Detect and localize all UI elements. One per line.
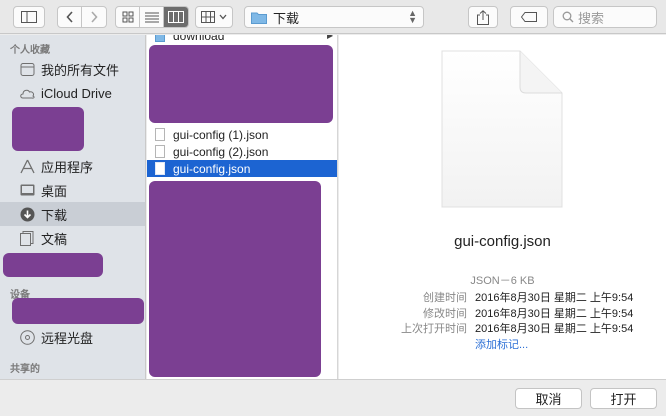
share-button[interactable]	[468, 6, 498, 28]
sidebar-item-downloads[interactable]: 下载	[0, 202, 145, 226]
sidebar-item-applications[interactable]: 应用程序	[0, 154, 145, 178]
file-name: download	[173, 35, 225, 43]
sidebar-item-documents[interactable]: 文稿	[0, 226, 145, 250]
redacted-block	[12, 107, 84, 151]
file-name: gui-config (1).json	[173, 127, 269, 142]
add-tags-link[interactable]: 添加标记...	[475, 336, 528, 352]
sidebar-icon	[21, 11, 37, 23]
sidebar-item-icloud-drive[interactable]: iCloud Drive	[0, 81, 145, 105]
back-button[interactable]	[58, 7, 82, 27]
document-icon	[155, 145, 165, 158]
chevron-left-icon	[65, 11, 73, 23]
icon-view-button[interactable]	[116, 7, 140, 27]
preview-pane: gui-config.json JSON－6 KB 创建时间 2016年8月30…	[339, 35, 666, 379]
sidebar-item-label: 下载	[41, 207, 68, 223]
sidebar-item-label: 应用程序	[41, 159, 94, 175]
chevron-down-icon	[219, 14, 227, 20]
search-field[interactable]: 搜索	[553, 6, 657, 28]
redacted-block	[3, 253, 103, 277]
desktop-icon	[18, 181, 36, 199]
grid-icon	[122, 11, 133, 23]
list-view-button[interactable]	[140, 7, 164, 27]
meta-key: 创建时间	[423, 292, 467, 304]
sidebar-item-label: iCloud Drive	[41, 85, 112, 101]
document-icon	[155, 162, 165, 175]
columns-icon	[168, 11, 184, 23]
document-icon	[155, 128, 165, 141]
sidebar-item-remote-disc[interactable]: 远程光盘	[0, 325, 145, 349]
updown-chevron-icon: ▲ ▼	[408, 8, 417, 25]
shared-header: 共享的	[10, 364, 40, 375]
documents-icon	[18, 229, 36, 247]
toolbar: 下载 ▲ ▼ 搜索	[0, 0, 666, 34]
cloud-icon	[18, 84, 36, 102]
download-icon	[18, 205, 36, 223]
tag-button[interactable]	[510, 6, 548, 28]
remote-disc-icon	[18, 328, 36, 346]
list-item[interactable]: download	[147, 35, 337, 44]
arrange-button[interactable]	[195, 6, 233, 28]
redacted-block	[12, 298, 144, 324]
sidebar-item-label: 我的所有文件	[41, 62, 120, 78]
search-icon	[562, 11, 574, 23]
column-view-button[interactable]	[164, 7, 188, 27]
scroll-arrow-icon[interactable]: ▶	[327, 35, 333, 40]
location-popup[interactable]: 下载 ▲ ▼	[244, 6, 424, 28]
meta-key: 上次打开时间	[401, 323, 467, 335]
list-item[interactable]: gui-config (1).json	[147, 126, 337, 143]
location-label: 下载	[273, 10, 300, 26]
folder-icon	[155, 35, 165, 42]
applications-icon	[18, 157, 36, 175]
meta-value: 2016年8月30日 星期二 上午9:54	[475, 308, 634, 320]
sidebar-item-label: 远程光盘	[41, 330, 94, 346]
sidebar-item-desktop[interactable]: 桌面	[0, 178, 145, 202]
file-name: gui-config (2).json	[173, 144, 269, 159]
meta-value: 2016年8月30日 星期二 上午9:54	[475, 292, 634, 304]
preview-filename: gui-config.json	[454, 233, 551, 250]
view-mode-buttons	[115, 6, 189, 28]
list-item[interactable]: gui-config (2).json	[147, 143, 337, 160]
redacted-block	[149, 45, 333, 123]
list-item-selected[interactable]: gui-config.json	[147, 160, 337, 177]
list-icon	[144, 12, 159, 22]
file-column: download ▶ gui-config (1).json gui-confi…	[147, 35, 338, 379]
favorites-header: 个人收藏	[10, 45, 50, 56]
sidebar-item-all-files[interactable]: 我的所有文件	[0, 57, 145, 81]
nav-buttons	[57, 6, 107, 28]
arrange-grid-icon	[201, 11, 215, 23]
sidebar: 个人收藏 我的所有文件 iCloud Drive 应用程序 桌面 下载 文稿 设…	[0, 35, 146, 379]
document-preview-icon	[441, 50, 563, 208]
file-name: gui-config.json	[173, 161, 251, 176]
sidebar-item-label: 桌面	[41, 183, 68, 199]
chevron-right-icon	[91, 11, 98, 23]
tag-icon	[521, 12, 537, 22]
meta-value: 2016年8月30日 星期二 上午9:54	[475, 323, 634, 335]
preview-kind: JSON－6 KB	[470, 275, 535, 287]
forward-button[interactable]	[82, 7, 106, 27]
all-files-icon	[18, 60, 36, 78]
open-button[interactable]: 打开	[590, 388, 657, 409]
folder-icon	[251, 12, 267, 24]
share-icon	[477, 9, 489, 25]
sidebar-toggle-button[interactable]	[13, 6, 45, 28]
sidebar-item-label: 文稿	[41, 231, 68, 247]
redacted-block	[149, 181, 321, 377]
cancel-button[interactable]: 取消	[515, 388, 582, 409]
meta-key: 修改时间	[423, 308, 467, 320]
bottom-bar: 取消 打开	[0, 379, 666, 416]
search-placeholder: 搜索	[578, 10, 605, 26]
